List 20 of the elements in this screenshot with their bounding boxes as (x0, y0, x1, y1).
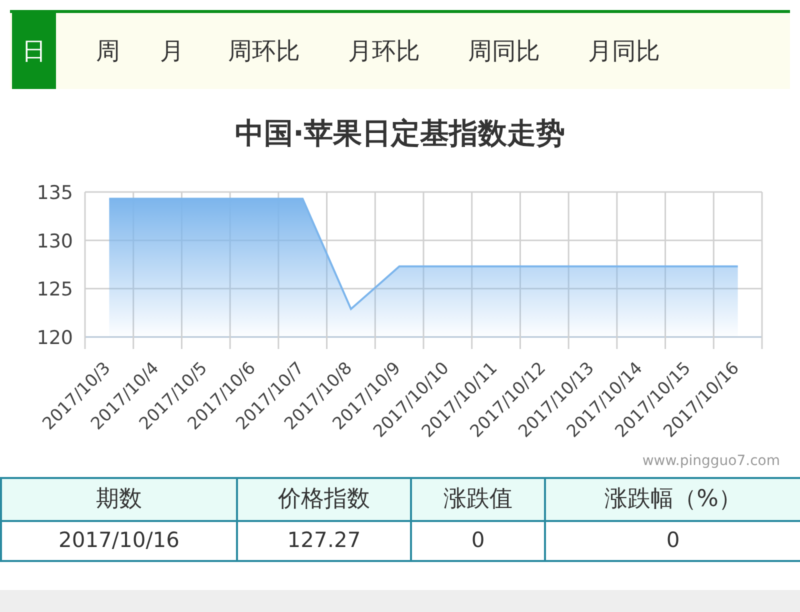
tab[interactable]: 周同比 (444, 13, 564, 89)
chart-title: 中国·苹果日定基指数走势 (234, 115, 566, 152)
table-cell: 2017/10/16 (1, 521, 237, 561)
y-axis-label: 130 (36, 230, 73, 252)
chart-credit: www.pingguo7.com (642, 453, 780, 469)
y-axis-label: 135 (36, 182, 73, 204)
table-cell: 0 (411, 521, 545, 561)
column-header: 期数 (1, 478, 237, 521)
tab[interactable]: 月环比 (324, 13, 444, 89)
tab[interactable]: 月 (140, 13, 204, 89)
tab[interactable]: 日 (12, 13, 56, 89)
tab[interactable]: 周环比 (204, 13, 324, 89)
column-header: 涨跌幅（%） (545, 478, 800, 521)
table-cell: 127.27 (237, 521, 411, 561)
tab[interactable]: 周 (76, 13, 140, 89)
column-header: 价格指数 (237, 478, 411, 521)
y-axis-label: 120 (36, 327, 73, 349)
y-axis-label: 125 (36, 278, 73, 301)
tab[interactable]: 月同比 (564, 13, 684, 89)
column-header: 涨跌值 (411, 478, 545, 521)
